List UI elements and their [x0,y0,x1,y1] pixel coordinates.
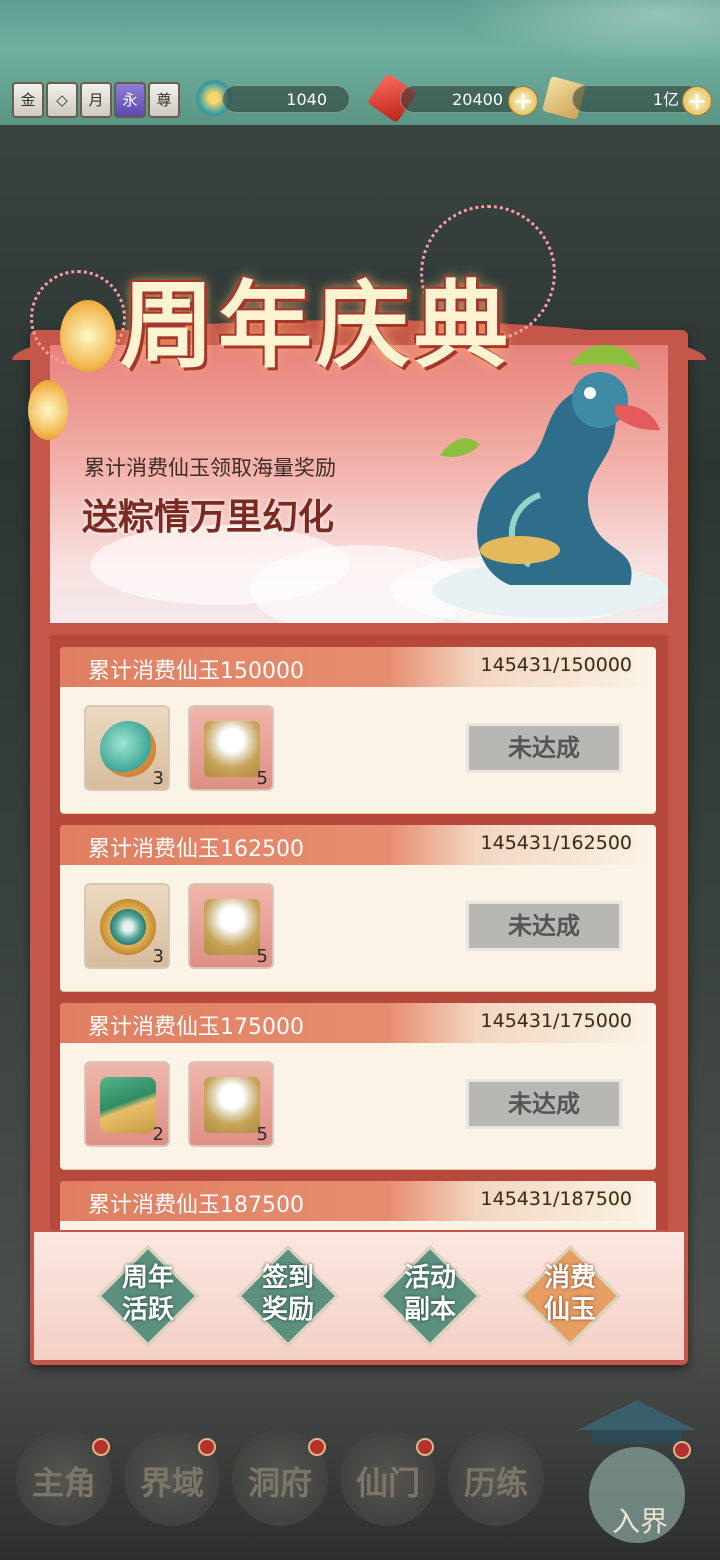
event-slogan: 送粽情万里幻化 [82,496,335,538]
reward-title: 累计消费仙玉187500 [88,1193,304,1218]
reward-item[interactable]: 5 [188,1061,274,1147]
reward-progress: 145431/150000 [480,654,632,676]
pearl-tray-icon [204,721,260,777]
reward-item[interactable]: 5 [188,883,274,969]
add-scroll-button[interactable]: + [682,86,712,116]
reward-title: 累计消费仙玉162500 [88,837,304,862]
tab-label: 签到 奖励 [261,1263,314,1325]
vip-badge-forever[interactable]: 永 [114,82,146,118]
nav-label: 仙门 [355,1464,420,1502]
item-count: 3 [152,768,164,789]
scroll-bundle-icon [100,1077,156,1133]
reward-item[interactable]: 5 [188,705,274,791]
vip-badge-diamond[interactable]: ◇ [46,82,78,118]
nav-label: 界域 [139,1464,204,1502]
nav-training[interactable]: 历练 [448,1430,544,1526]
item-count: 5 [256,768,268,789]
reward-item[interactable]: 3 [84,705,170,791]
tab-spend-jade[interactable]: 消费 仙玉 [519,1245,621,1347]
reward-card: 累计消费仙玉187500 145431/187500 [60,1181,656,1230]
claim-button-unavailable[interactable]: 未达成 [466,723,622,773]
nav-label: 洞府 [247,1464,312,1502]
jade-orb-icon [100,721,156,777]
tab-label: 活动 副本 [403,1263,456,1325]
nav-label: 历练 [463,1464,528,1502]
reward-progress: 145431/175000 [480,1010,632,1032]
notification-dot [416,1438,434,1456]
nav-label: 主角 [31,1464,96,1502]
notification-dot [92,1438,110,1456]
reward-card: 累计消费仙玉175000 145431/175000 2 5 未达成 [60,1003,656,1169]
vip-badge-gold[interactable]: 金 [12,82,44,118]
tab-signin-reward[interactable]: 签到 奖励 [237,1245,339,1347]
reward-list[interactable]: 累计消费仙玉150000 145431/150000 3 5 未达成 累计消费仙… [50,635,668,1230]
reward-progress: 145431/187500 [480,1188,632,1210]
item-count: 5 [256,946,268,967]
dragon-illustration [432,344,668,618]
tab-label: 消费 仙玉 [543,1263,596,1325]
reward-item[interactable]: 2 [84,1061,170,1147]
pearl-tray-icon [204,1077,260,1133]
item-count: 3 [152,946,164,967]
reward-card: 累计消费仙玉150000 145431/150000 3 5 未达成 [60,647,656,813]
reward-item[interactable]: 3 [84,883,170,969]
pearl-tray-icon [204,899,260,955]
event-subtitle: 累计消费仙玉领取海量奖励 [84,456,336,480]
tab-label: 周年 活跃 [121,1263,174,1325]
notification-dot [308,1438,326,1456]
claim-button-unavailable[interactable]: 未达成 [466,901,622,951]
reward-title: 累计消费仙玉150000 [88,659,304,684]
enter-realm-label: 入界 [611,1505,668,1538]
reward-title: 累计消费仙玉175000 [88,1015,304,1040]
vip-badge-supreme[interactable]: 尊 [148,82,180,118]
reward-progress: 145431/162500 [480,832,632,854]
top-decoration [420,0,720,70]
jade-ring-icon [100,899,156,955]
reward-card: 累计消费仙玉162500 145431/162500 3 5 未达成 [60,825,656,991]
resource-jade-value: 1040 [222,85,350,113]
tab-anniversary-activity[interactable]: 周年 活跃 [97,1245,199,1347]
add-gem-button[interactable]: + [508,86,538,116]
item-count: 2 [152,1124,164,1145]
claim-button-unavailable[interactable]: 未达成 [466,1079,622,1129]
vip-badge-month[interactable]: 月 [80,82,112,118]
lantern-icon [60,300,116,372]
tab-event-dungeon[interactable]: 活动 副本 [379,1245,481,1347]
item-count: 5 [256,1124,268,1145]
notification-dot [198,1438,216,1456]
lantern-icon [28,380,68,440]
